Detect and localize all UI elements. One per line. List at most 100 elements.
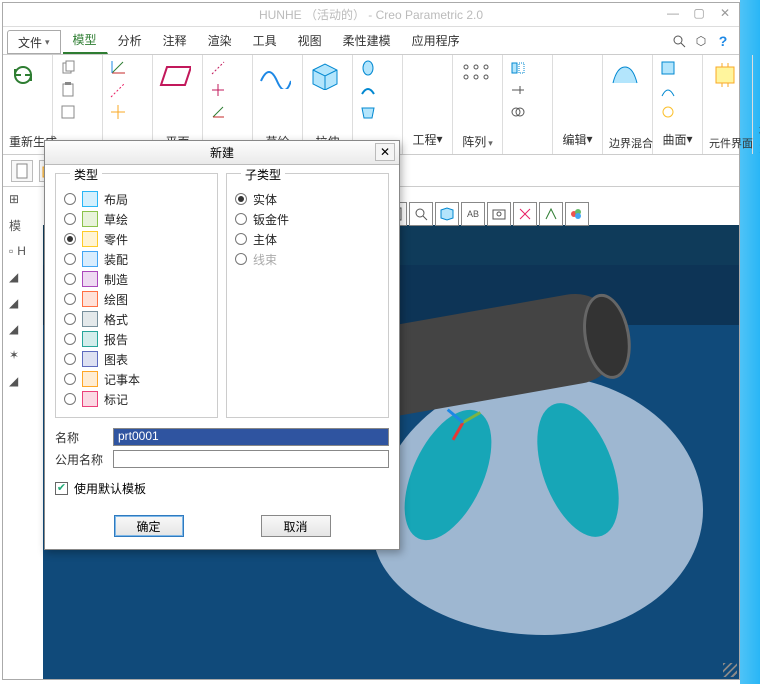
radio-icon[interactable] <box>64 233 76 245</box>
type-label: 标记 <box>104 391 128 408</box>
tab-analysis[interactable]: 分析 <box>108 27 153 54</box>
mirror-icon[interactable] <box>509 59 527 77</box>
sweep-icon[interactable] <box>359 81 377 99</box>
feature-node[interactable]: ◢ <box>9 371 41 391</box>
trim-icon[interactable] <box>509 81 527 99</box>
component-interface-icon[interactable] <box>709 59 741 91</box>
dialog-close-button[interactable]: ✕ <box>375 143 395 161</box>
clipboard-icon[interactable] <box>59 103 77 121</box>
point-icon[interactable] <box>209 81 227 99</box>
datum-node-3[interactable]: ◢ <box>9 319 41 339</box>
revolve-icon[interactable] <box>359 59 377 77</box>
type-option-7[interactable]: 报告 <box>64 329 209 349</box>
group-surface[interactable]: 曲面▾ <box>659 128 696 150</box>
tab-annotate[interactable]: 注释 <box>153 27 198 54</box>
pattern-label: 阵列▾ <box>459 133 496 150</box>
layers-icon[interactable] <box>565 202 589 226</box>
tab-tools[interactable]: 工具 <box>243 27 288 54</box>
group-engineering[interactable]: 工程▾ <box>409 128 446 150</box>
radio-icon[interactable] <box>235 213 247 225</box>
tab-apps[interactable]: 应用程序 <box>402 27 471 54</box>
type-glyph-icon <box>82 211 98 227</box>
regenerate-icon[interactable] <box>9 59 41 91</box>
radio-icon[interactable] <box>64 193 76 205</box>
type-legend: 类型 <box>70 166 102 183</box>
subtype-option-0[interactable]: 实体 <box>235 189 380 209</box>
csys-node[interactable]: ✶ <box>9 345 41 365</box>
type-option-4[interactable]: 制造 <box>64 269 209 289</box>
display-style-icon[interactable] <box>513 202 537 226</box>
extrude-icon[interactable] <box>309 59 341 91</box>
type-option-6[interactable]: 格式 <box>64 309 209 329</box>
search-icon[interactable] <box>671 33 687 49</box>
type-option-8[interactable]: 图表 <box>64 349 209 369</box>
merge-icon[interactable] <box>509 103 527 121</box>
name-input[interactable]: prt0001 <box>113 428 389 446</box>
type-glyph-icon <box>82 191 98 207</box>
datum-node-1[interactable]: ◢ <box>9 267 41 287</box>
maximize-button[interactable]: ▢ <box>691 6 707 20</box>
settings-icon[interactable]: ⬡ <box>693 33 709 49</box>
freestyle-icon[interactable] <box>659 103 677 121</box>
saved-views-icon[interactable] <box>435 202 459 226</box>
radio-icon[interactable] <box>64 273 76 285</box>
radio-icon[interactable] <box>64 353 76 365</box>
type-option-3[interactable]: 装配 <box>64 249 209 269</box>
snapshot-icon[interactable] <box>487 202 511 226</box>
type-option-10[interactable]: 标记 <box>64 389 209 409</box>
annotations-icon[interactable]: AB <box>461 202 485 226</box>
cancel-button[interactable]: 取消 <box>261 515 331 537</box>
paste-icon[interactable] <box>59 81 77 99</box>
tab-flex[interactable]: 柔性建模 <box>333 27 402 54</box>
axis-icon[interactable] <box>209 59 227 77</box>
type-option-0[interactable]: 布局 <box>64 189 209 209</box>
tab-view[interactable]: 视图 <box>288 27 333 54</box>
datum-axis-icon[interactable] <box>109 81 127 99</box>
type-option-1[interactable]: 草绘 <box>64 209 209 229</box>
radio-icon[interactable] <box>64 253 76 265</box>
type-option-5[interactable]: 绘图 <box>64 289 209 309</box>
group-edit[interactable]: 编辑▾ <box>559 128 596 150</box>
radio-icon[interactable] <box>64 313 76 325</box>
pattern-icon[interactable] <box>459 59 491 91</box>
datum-point-icon[interactable] <box>109 103 127 121</box>
csys-icon[interactable] <box>209 103 227 121</box>
radio-icon[interactable] <box>235 233 247 245</box>
subtype-option-1[interactable]: 钣金件 <box>235 209 380 229</box>
dialog-titlebar[interactable]: 新建 ✕ <box>45 141 399 165</box>
menu-file[interactable]: 文件▾ <box>7 30 61 54</box>
fill-icon[interactable] <box>659 59 677 77</box>
type-option-9[interactable]: 记事本 <box>64 369 209 389</box>
subtype-option-2[interactable]: 主体 <box>235 229 380 249</box>
perspective-icon[interactable] <box>539 202 563 226</box>
radio-icon[interactable] <box>64 213 76 225</box>
help-icon[interactable]: ? <box>715 33 731 49</box>
copy-icon[interactable] <box>59 59 77 77</box>
ok-button[interactable]: 确定 <box>114 515 184 537</box>
datum-csys-icon[interactable] <box>109 59 127 77</box>
zoom-icon[interactable] <box>409 202 433 226</box>
type-option-2[interactable]: 零件 <box>64 229 209 249</box>
use-default-template-checkbox[interactable]: ✔ <box>55 482 68 495</box>
common-name-input[interactable] <box>113 450 389 468</box>
resize-handle-icon[interactable] <box>723 663 737 677</box>
radio-icon[interactable] <box>64 373 76 385</box>
datum-node-2[interactable]: ◢ <box>9 293 41 313</box>
close-button[interactable]: ✕ <box>717 6 733 20</box>
model-node[interactable]: ▫ H <box>9 241 41 261</box>
minimize-button[interactable]: — <box>665 6 681 20</box>
radio-icon[interactable] <box>64 333 76 345</box>
type-glyph-icon <box>82 311 98 327</box>
sketch-icon[interactable] <box>259 59 291 91</box>
blend-icon[interactable] <box>359 103 377 121</box>
boundary-blend-icon[interactable] <box>609 59 641 91</box>
tree-toggle-icon[interactable]: ⊞ <box>9 189 41 209</box>
radio-icon[interactable] <box>235 193 247 205</box>
tab-model[interactable]: 模型 <box>63 27 108 54</box>
radio-icon[interactable] <box>64 293 76 305</box>
style-icon[interactable] <box>659 81 677 99</box>
new-file-button[interactable] <box>11 160 33 182</box>
radio-icon[interactable] <box>64 393 76 405</box>
plane-icon[interactable] <box>159 59 191 91</box>
tab-render[interactable]: 渲染 <box>198 27 243 54</box>
